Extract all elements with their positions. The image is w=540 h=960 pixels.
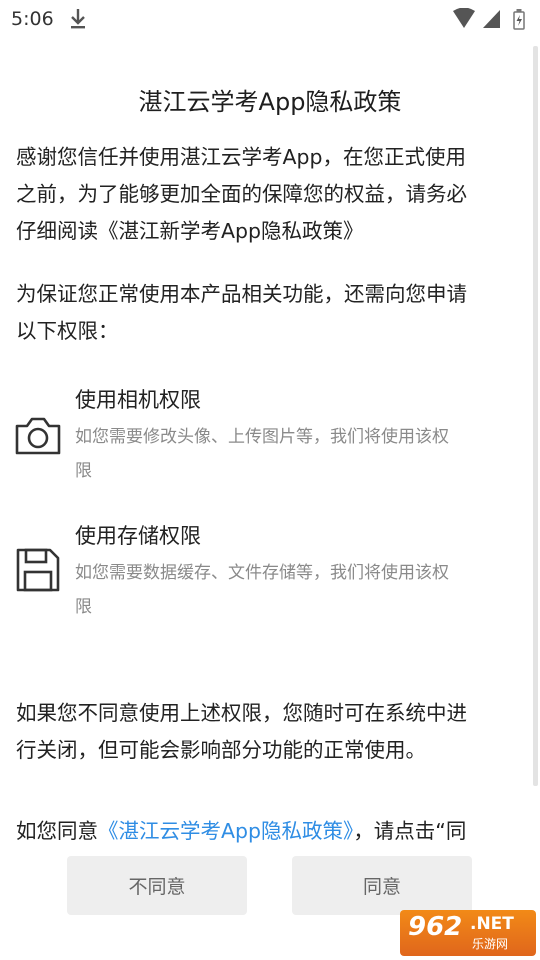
storage-permission-title: 使用存储权限 [75, 524, 201, 548]
dialog-title: 湛江云学考App隐私政策 [138, 88, 402, 116]
watermark-site: 乐游网 [472, 937, 509, 951]
agree-button[interactable]: 同意 [292, 856, 472, 915]
wifi-icon [453, 8, 475, 28]
status-bar: 5:06 [0, 0, 540, 38]
permission-desc-line: 如您需要数据缓存、文件存储等，我们将使用该权 [75, 563, 449, 583]
floppy-disk-icon [16, 548, 60, 592]
intro-text: 感谢您信任并使用湛江云学考App，在您正式使用 之前，为了能够更加全面的保障您的… [16, 139, 526, 250]
consent-prefix: 如您同意 [16, 819, 98, 843]
storage-permission-desc: 如您需要数据缓存、文件存储等，我们将使用该权 限 [75, 556, 525, 624]
camera-permission-title: 使用相机权限 [75, 388, 201, 412]
system-status-icons [453, 8, 525, 30]
watermark-logo: 962 .NET 乐游网 [400, 910, 536, 956]
privacy-policy-link[interactable]: 《湛江云学考App隐私政策》 [98, 819, 353, 843]
consent-text: 如您同意《湛江云学考App隐私政策》，请点击“同 [16, 813, 526, 850]
scrollbar[interactable] [533, 46, 538, 786]
disagree-note-line: 如果您不同意使用上述权限，您随时可在系统中进 [16, 701, 467, 725]
intro-line: 仔细阅读《湛江新学考App隐私政策》 [16, 219, 364, 243]
battery-icon [513, 9, 525, 30]
permission-intro-line: 以下权限： [16, 319, 119, 343]
camera-icon [15, 417, 61, 455]
watermark-domain: .NET [470, 914, 514, 934]
camera-permission-desc: 如您需要修改头像、上传图片等，我们将使用该权 限 [75, 420, 525, 488]
watermark-number: 962 [408, 912, 463, 942]
signal-icon [483, 10, 500, 28]
disagree-note: 如果您不同意使用上述权限，您随时可在系统中进 行关闭，但可能会影响部分功能的正常… [16, 695, 526, 769]
permission-intro-text: 为保证您正常使用本产品相关功能，还需向您申请 以下权限： [16, 276, 526, 350]
disagree-note-line: 行关闭，但可能会影响部分功能的正常使用。 [16, 738, 426, 762]
consent-suffix: ，请点击“同 [353, 819, 467, 843]
permission-desc-line: 限 [75, 461, 92, 481]
status-time: 5:06 [11, 8, 54, 30]
intro-line: 之前，为了能够更加全面的保障您的权益，请务必 [16, 182, 467, 206]
disagree-button[interactable]: 不同意 [67, 856, 247, 915]
permission-desc-line: 如您需要修改头像、上传图片等，我们将使用该权 [75, 427, 449, 447]
permission-intro-line: 为保证您正常使用本产品相关功能，还需向您申请 [16, 282, 467, 306]
intro-line: 感谢您信任并使用湛江云学考App，在您正式使用 [16, 145, 467, 169]
download-icon [71, 9, 85, 29]
permission-desc-line: 限 [75, 597, 92, 617]
